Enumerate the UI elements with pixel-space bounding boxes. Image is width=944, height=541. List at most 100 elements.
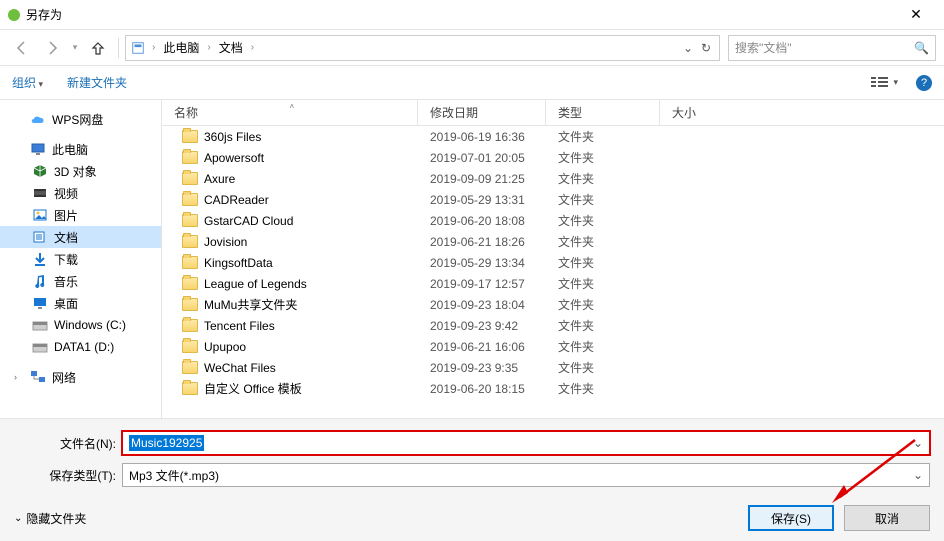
- organize-menu[interactable]: 组织: [12, 74, 43, 91]
- folder-icon: [182, 130, 198, 143]
- up-button[interactable]: [84, 34, 112, 62]
- sidebar-item-label: 3D 对象: [54, 163, 97, 180]
- file-date: 2019-09-23 9:42: [418, 319, 546, 333]
- file-type: 文件夹: [546, 338, 660, 355]
- filename-field[interactable]: Music192925 ⌄: [122, 431, 930, 455]
- file-date: 2019-06-21 16:06: [418, 340, 546, 354]
- folder-icon: [182, 214, 198, 227]
- sidebar-item-label: 图片: [54, 207, 78, 224]
- file-type: 文件夹: [546, 128, 660, 145]
- filename-dropdown-icon[interactable]: ⌄: [913, 436, 923, 450]
- sidebar-item-label: 下载: [54, 251, 78, 268]
- search-icon[interactable]: 🔍: [914, 41, 929, 55]
- sidebar-item-label: Windows (C:): [54, 318, 126, 332]
- file-name: League of Legends: [204, 277, 307, 291]
- folder-icon: [182, 277, 198, 290]
- breadcrumb-history-dropdown[interactable]: ⌄: [679, 41, 697, 55]
- expand-icon[interactable]: ›: [14, 372, 24, 382]
- table-row[interactable]: Apowersoft2019-07-01 20:05文件夹: [162, 147, 944, 168]
- file-name: Upupoo: [204, 340, 246, 354]
- breadcrumb-refresh[interactable]: ↻: [697, 41, 715, 55]
- filetype-dropdown-icon[interactable]: ⌄: [913, 468, 923, 482]
- chevron-right-icon: ›: [148, 42, 159, 53]
- help-icon[interactable]: ?: [916, 75, 932, 91]
- table-row[interactable]: GstarCAD Cloud 2019-06-20 18:08文件夹: [162, 210, 944, 231]
- table-row[interactable]: League of Legends2019-09-17 12:57文件夹: [162, 273, 944, 294]
- file-date: 2019-06-21 18:26: [418, 235, 546, 249]
- forward-button[interactable]: [38, 34, 66, 62]
- sidebar-item[interactable]: 文档: [0, 226, 161, 248]
- sidebar-item-wps[interactable]: WPS网盘: [0, 108, 161, 130]
- chevron-right-icon: ›: [247, 42, 258, 53]
- file-type: 文件夹: [546, 191, 660, 208]
- sidebar-item-network[interactable]: › 网络: [0, 366, 161, 388]
- sidebar-item[interactable]: 下载: [0, 248, 161, 270]
- file-date: 2019-06-20 18:08: [418, 214, 546, 228]
- sidebar-item-label: 网络: [52, 369, 76, 386]
- file-type: 文件夹: [546, 296, 660, 313]
- filename-label: 文件名(N):: [14, 435, 122, 452]
- table-row[interactable]: WeChat Files2019-09-23 9:35文件夹: [162, 357, 944, 378]
- sidebar-item[interactable]: Windows (C:): [0, 314, 161, 336]
- item-icon: [32, 317, 48, 333]
- sidebar-item[interactable]: 视频: [0, 182, 161, 204]
- sidebar-item[interactable]: 音乐: [0, 270, 161, 292]
- column-type[interactable]: 类型: [546, 100, 660, 125]
- chevron-down-icon: ⌄: [14, 513, 22, 524]
- column-name[interactable]: 名称˄: [162, 100, 418, 125]
- column-date[interactable]: 修改日期: [418, 100, 546, 125]
- column-size[interactable]: 大小: [660, 100, 944, 125]
- sidebar-item[interactable]: 桌面: [0, 292, 161, 314]
- folder-icon: [182, 340, 198, 353]
- sort-asc-icon: ˄: [290, 102, 295, 111]
- sidebar-item-thispc[interactable]: 此电脑: [0, 138, 161, 160]
- cancel-button[interactable]: 取消: [844, 505, 930, 531]
- file-name: Jovision: [204, 235, 247, 249]
- hide-folders-toggle[interactable]: ⌄ 隐藏文件夹: [14, 510, 86, 527]
- file-type: 文件夹: [546, 212, 660, 229]
- filename-value[interactable]: Music192925: [129, 435, 204, 451]
- table-row[interactable]: Axure2019-09-09 21:25文件夹: [162, 168, 944, 189]
- file-date: 2019-05-29 13:31: [418, 193, 546, 207]
- file-name: 360js Files: [204, 130, 261, 144]
- table-row[interactable]: Jovision2019-06-21 18:26文件夹: [162, 231, 944, 252]
- breadcrumb-folder[interactable]: 文档: [217, 39, 245, 56]
- breadcrumb-root[interactable]: 此电脑: [161, 39, 201, 56]
- table-row[interactable]: Upupoo 2019-06-21 16:06文件夹: [162, 336, 944, 357]
- new-folder-button[interactable]: 新建文件夹: [67, 74, 127, 91]
- file-name: GstarCAD Cloud: [204, 214, 293, 228]
- breadcrumb[interactable]: › 此电脑 › 文档 › ⌄ ↻: [125, 35, 720, 61]
- recent-dropdown[interactable]: ▾: [68, 34, 82, 62]
- item-icon: [32, 295, 48, 311]
- filetype-field[interactable]: Mp3 文件(*.mp3) ⌄: [122, 463, 930, 487]
- close-icon[interactable]: ✕: [896, 6, 936, 23]
- file-name: Axure: [204, 172, 235, 186]
- file-name: KingsoftData: [204, 256, 273, 270]
- back-button[interactable]: [8, 34, 36, 62]
- save-button[interactable]: 保存(S): [748, 505, 834, 531]
- file-type: 文件夹: [546, 317, 660, 334]
- table-row[interactable]: MuMu共享文件夹2019-09-23 18:04文件夹: [162, 294, 944, 315]
- table-row[interactable]: CADReader 2019-05-29 13:31文件夹: [162, 189, 944, 210]
- file-date: 2019-06-19 16:36: [418, 130, 546, 144]
- view-mode-button[interactable]: ▾: [871, 77, 898, 89]
- file-name: CADReader: [204, 193, 269, 207]
- item-icon: [32, 229, 48, 245]
- file-name: WeChat Files: [204, 361, 276, 375]
- sidebar: WPS网盘 此电脑 3D 对象视频图片文档下载音乐桌面 Windows (C:) D…: [0, 100, 162, 418]
- table-row[interactable]: KingsoftData2019-05-29 13:34文件夹: [162, 252, 944, 273]
- filetype-value: Mp3 文件(*.mp3): [129, 467, 219, 484]
- table-row[interactable]: Tencent Files2019-09-23 9:42文件夹: [162, 315, 944, 336]
- folder-icon: [182, 193, 198, 206]
- sidebar-item[interactable]: 3D 对象: [0, 160, 161, 182]
- sidebar-item[interactable]: DATA1 (D:): [0, 336, 161, 358]
- sidebar-item-label: 视频: [54, 185, 78, 202]
- folder-icon: [182, 151, 198, 164]
- sidebar-item-label: 音乐: [54, 273, 78, 290]
- chevron-right-icon: ›: [203, 42, 214, 53]
- table-row[interactable]: 360js Files 2019-06-19 16:36文件夹: [162, 126, 944, 147]
- sidebar-item[interactable]: 图片: [0, 204, 161, 226]
- table-row[interactable]: 自定义 Office 模板2019-06-20 18:15文件夹: [162, 378, 944, 399]
- file-date: 2019-09-23 18:04: [418, 298, 546, 312]
- search-input[interactable]: 搜索"文档" 🔍: [728, 35, 936, 61]
